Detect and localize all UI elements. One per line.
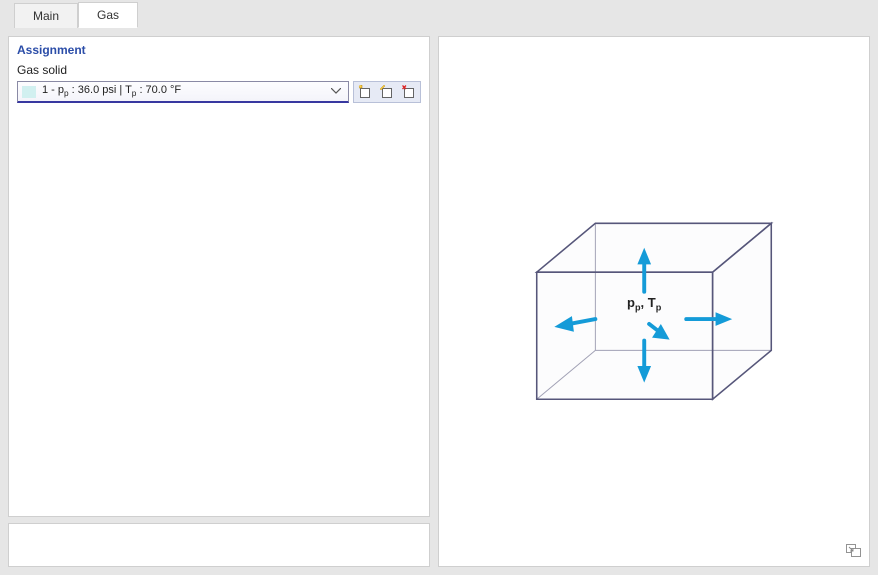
tab-gas[interactable]: Gas	[78, 2, 138, 28]
diagram-label: pp, Tp	[627, 295, 661, 313]
new-item-button[interactable]	[354, 82, 376, 102]
preview-panel: pp, Tp	[438, 36, 870, 567]
bottom-panel	[8, 523, 430, 567]
picture-icon	[846, 544, 862, 558]
edit-sheet-icon	[380, 85, 394, 99]
gas-solid-select[interactable]: 1 - pp : 36.0 psi | Tp : 70.0 °F	[17, 81, 349, 103]
assignment-title: Assignment	[17, 43, 421, 57]
expand-diagram-button[interactable]	[845, 542, 863, 560]
tab-main-label: Main	[33, 9, 59, 23]
assignment-panel: Assignment Gas solid 1 - pp : 36.0 psi |…	[8, 36, 430, 517]
tab-gas-label: Gas	[97, 8, 119, 22]
edit-item-button[interactable]	[376, 82, 398, 102]
tab-bar: Main Gas	[0, 0, 878, 28]
select-color-swatch	[22, 86, 36, 98]
select-actions-group	[353, 81, 421, 103]
tab-main[interactable]: Main	[14, 3, 78, 28]
add-sheet-icon	[358, 85, 372, 99]
delete-sheet-icon	[402, 85, 416, 99]
select-value: 1 - pp : 36.0 psi | Tp : 70.0 °F	[42, 84, 328, 98]
chevron-down-icon	[328, 86, 344, 97]
gas-solid-label: Gas solid	[17, 63, 421, 77]
delete-item-button[interactable]	[398, 82, 420, 102]
